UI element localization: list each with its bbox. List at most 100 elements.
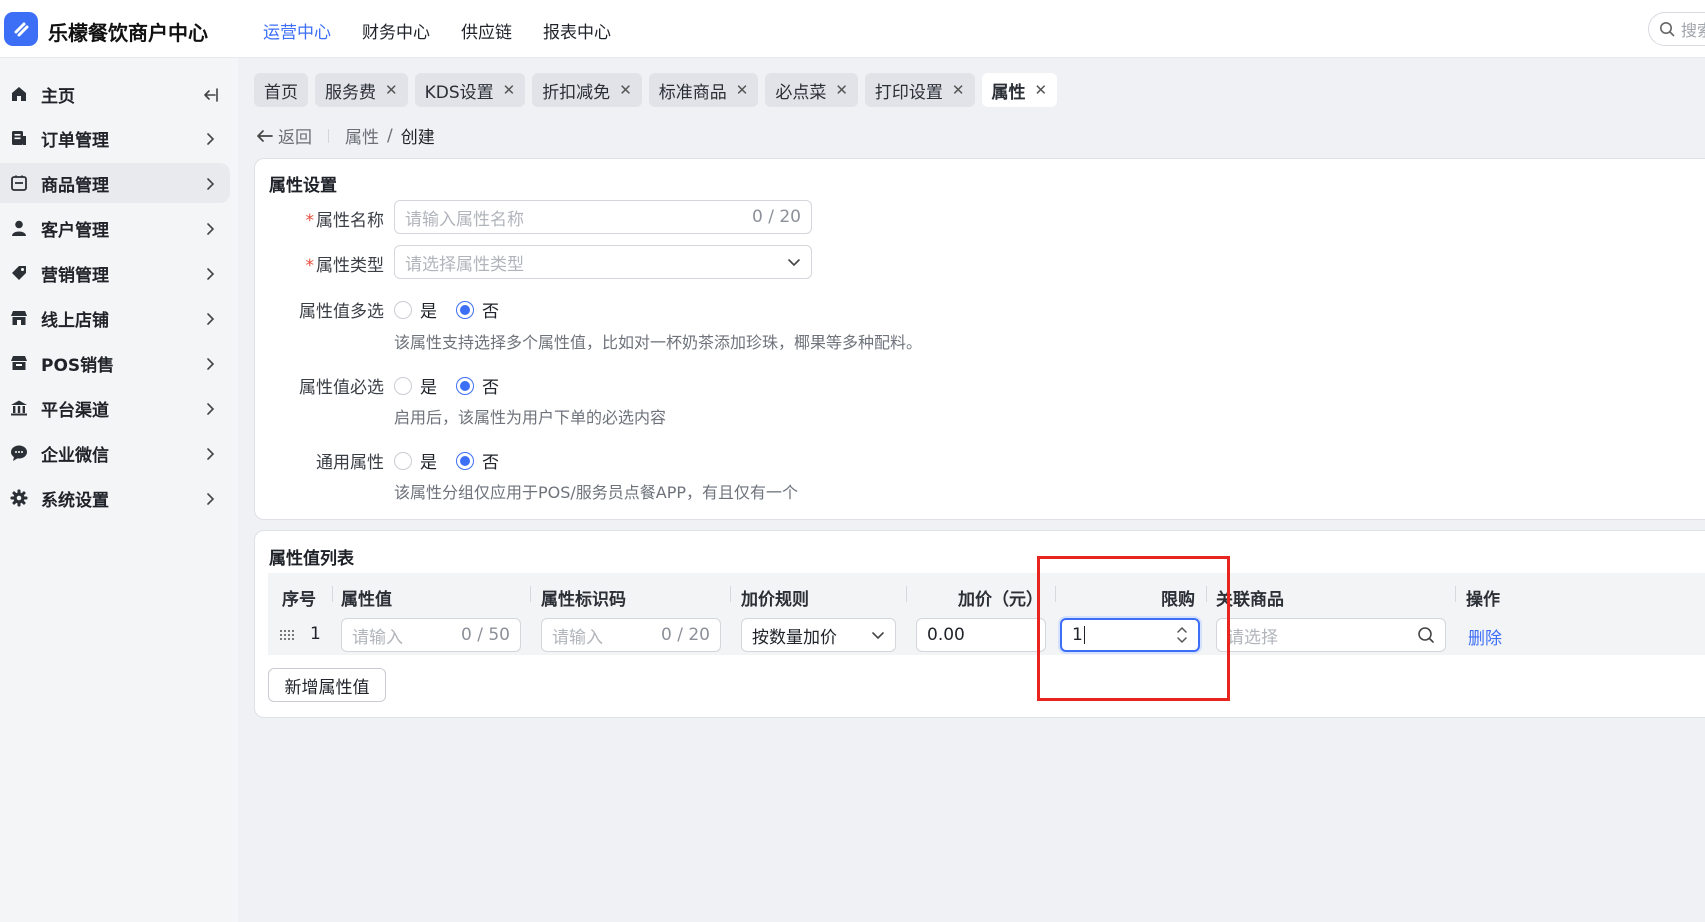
- chevron-right-icon: [203, 131, 217, 145]
- sidebar-item-label: 客户管理: [41, 220, 109, 241]
- multi-select-label: 属性值多选: [299, 302, 384, 322]
- tab-home[interactable]: 首页: [254, 73, 308, 107]
- tab-label: 属性: [991, 82, 1026, 103]
- sidebar-item-settings[interactable]: 系统设置: [0, 478, 230, 518]
- sidebar-item-label: 营销管理: [41, 265, 109, 286]
- search-icon: [1660, 22, 1675, 37]
- search-placeholder: 搜索: [1681, 21, 1705, 40]
- sidebar-item-home[interactable]: 主页: [0, 74, 230, 114]
- attribute-type-select[interactable]: 请选择属性类型: [394, 245, 812, 279]
- common-attribute-hint: 该属性分组仅应用于POS/服务员点餐APP，有且仅有一个: [394, 483, 799, 502]
- attribute-name-input[interactable]: 请输入属性名称 0 / 20: [394, 200, 812, 234]
- column-header: 限购: [1161, 590, 1195, 610]
- radio-button-checked[interactable]: [456, 300, 474, 319]
- sidebar-item-pos-sales[interactable]: POS销售: [0, 343, 230, 383]
- search-icon: [1418, 627, 1434, 643]
- sidebar-item-customers[interactable]: 客户管理: [0, 208, 230, 248]
- drag-handle-icon[interactable]: [280, 629, 294, 641]
- topnav-operations[interactable]: 运营中心: [263, 18, 331, 43]
- multi-no-option[interactable]: 否: [456, 297, 499, 322]
- required-no-option[interactable]: 否: [456, 373, 499, 398]
- limit-stepper[interactable]: 1: [1060, 618, 1200, 652]
- sidebar-item-products[interactable]: 商品管理: [0, 163, 230, 203]
- select-placeholder: 请选择属性类型: [405, 254, 524, 275]
- topnav-supply-chain[interactable]: 供应链: [461, 18, 512, 43]
- sidebar-item-orders[interactable]: 订单管理: [0, 118, 230, 158]
- sidebar: 主页 订单管理 商品管理 客户管理 营销管理 线上店铺 POS销售 平台渠道 企: [0, 58, 238, 922]
- tab-label: 服务费: [325, 82, 376, 103]
- logo-icon: [4, 12, 38, 46]
- sidebar-item-label: POS销售: [41, 355, 115, 376]
- global-search-input[interactable]: 搜索: [1648, 12, 1705, 46]
- common-no-option[interactable]: 否: [456, 448, 499, 473]
- close-icon[interactable]: ✕: [385, 81, 398, 99]
- column-divider: [730, 586, 731, 602]
- tab-kds-settings[interactable]: KDS设置 ✕: [414, 73, 526, 107]
- sidebar-item-marketing[interactable]: 营销管理: [0, 253, 230, 293]
- breadcrumb-separator: /: [387, 125, 393, 146]
- tab-discounts[interactable]: 折扣减免 ✕: [532, 73, 642, 107]
- close-icon[interactable]: ✕: [835, 81, 848, 99]
- close-icon[interactable]: ✕: [1035, 81, 1048, 99]
- sidebar-item-label: 平台渠道: [41, 400, 109, 421]
- sidebar-item-channels[interactable]: 平台渠道: [0, 388, 230, 428]
- radio-button[interactable]: [394, 376, 412, 395]
- column-divider: [1206, 586, 1207, 602]
- column-divider: [1055, 586, 1056, 602]
- common-yes-option[interactable]: 是: [394, 448, 437, 473]
- radio-button-checked[interactable]: [456, 376, 474, 395]
- sidebar-item-online-store[interactable]: 线上店铺: [0, 298, 230, 338]
- close-icon[interactable]: ✕: [952, 81, 965, 99]
- sidebar-item-label: 线上店铺: [41, 310, 109, 331]
- sidebar-item-label: 系统设置: [41, 490, 109, 511]
- close-icon[interactable]: ✕: [619, 81, 632, 99]
- close-icon[interactable]: ✕: [503, 81, 516, 99]
- collapse-sidebar-icon[interactable]: [203, 87, 218, 102]
- sidebar-item-wecom[interactable]: 企业微信: [0, 433, 230, 473]
- attribute-value-input[interactable]: 请输入 0 / 50: [341, 618, 521, 652]
- column-divider: [906, 586, 907, 602]
- back-button[interactable]: 返回: [256, 123, 312, 148]
- limit-value: 1: [1072, 625, 1083, 645]
- sidebar-item-label: 主页: [41, 86, 75, 107]
- attribute-code-input[interactable]: 请输入 0 / 20: [541, 618, 721, 652]
- tab-label: 折扣减免: [542, 82, 611, 103]
- input-placeholder: 请输入属性名称: [405, 209, 524, 230]
- tab-label: 标准商品: [658, 82, 727, 103]
- required-radio-group: 是 否: [394, 373, 518, 398]
- topnav-finance[interactable]: 财务中心: [362, 18, 430, 43]
- chat-icon: [10, 444, 28, 462]
- radio-button[interactable]: [394, 451, 412, 470]
- tab-required-dishes[interactable]: 必点菜 ✕: [765, 73, 858, 107]
- sidebar-item-label: 企业微信: [41, 445, 109, 466]
- multi-select-hint: 该属性支持选择多个属性值，比如对一杯奶茶添加珍珠，椰果等多种配料。: [394, 333, 923, 352]
- radio-button[interactable]: [394, 300, 412, 319]
- tab-standard-products[interactable]: 标准商品 ✕: [648, 73, 759, 107]
- required-hint: 启用后，该属性为用户下单的必选内容: [394, 408, 667, 427]
- linked-product-select[interactable]: 请选择: [1216, 618, 1446, 652]
- chevron-right-icon: [203, 491, 217, 505]
- char-count: 0 / 20: [752, 207, 801, 227]
- row-index: 1: [310, 624, 321, 644]
- chevron-right-icon: [203, 446, 217, 460]
- radio-button-checked[interactable]: [456, 451, 474, 470]
- delete-row-link[interactable]: 删除: [1468, 624, 1502, 649]
- price-input[interactable]: 0.00: [916, 618, 1046, 652]
- stepper-arrows-icon[interactable]: [1176, 625, 1188, 645]
- chevron-down-icon: [872, 632, 884, 640]
- bank-icon: [10, 399, 28, 417]
- column-header: 关联商品: [1216, 590, 1284, 610]
- multi-yes-option[interactable]: 是: [394, 297, 437, 322]
- breadcrumb-parent[interactable]: 属性: [345, 123, 379, 148]
- tab-service-fee[interactable]: 服务费 ✕: [315, 73, 408, 107]
- topnav-reports[interactable]: 报表中心: [543, 18, 611, 43]
- tab-print-settings[interactable]: 打印设置 ✕: [864, 73, 975, 107]
- home-icon: [10, 85, 28, 103]
- add-attribute-value-button[interactable]: 新增属性值: [268, 668, 386, 702]
- chevron-right-icon: [203, 266, 217, 280]
- price-rule-select[interactable]: 按数量加价: [741, 618, 896, 652]
- required-yes-option[interactable]: 是: [394, 373, 437, 398]
- close-icon[interactable]: ✕: [736, 81, 749, 99]
- column-header: 加价规则: [741, 590, 809, 610]
- tab-attributes[interactable]: 属性 ✕: [981, 73, 1058, 107]
